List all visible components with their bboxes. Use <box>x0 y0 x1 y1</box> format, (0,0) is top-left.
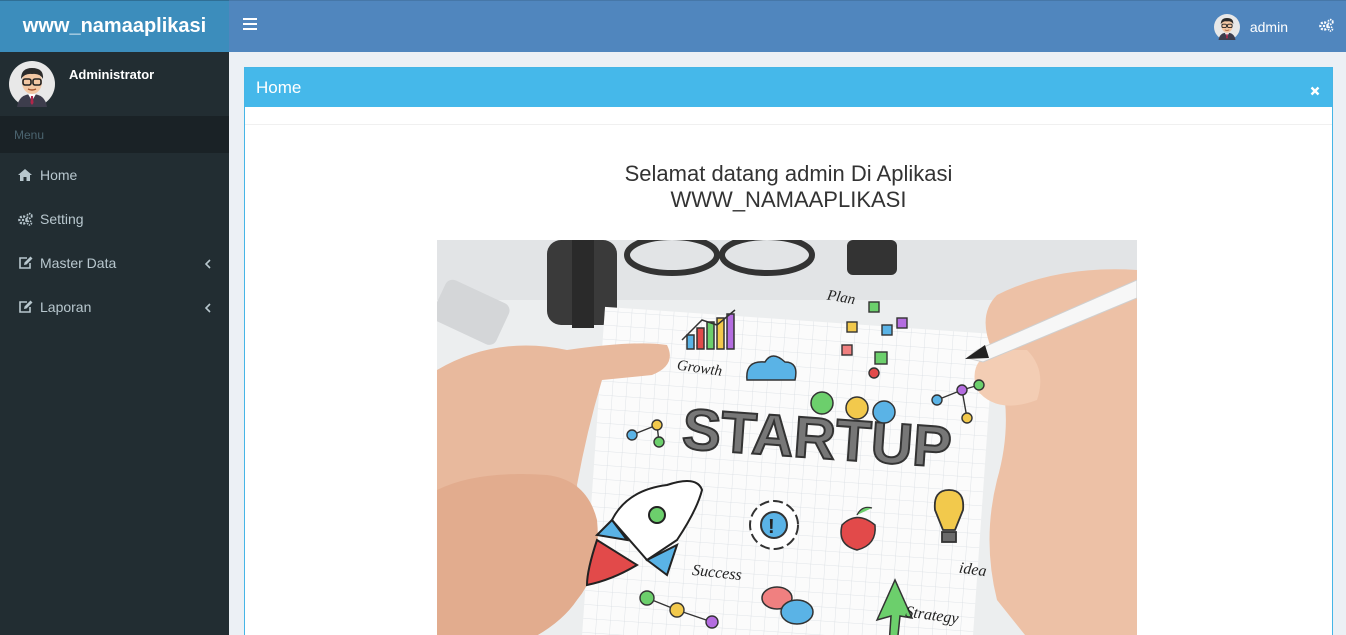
svg-text:!: ! <box>768 516 775 538</box>
sidebar-item-label: Laporan <box>40 299 92 315</box>
control-sidebar-button[interactable] <box>1318 18 1334 37</box>
welcome-line-1: Selamat datang admin Di Aplikasi <box>624 161 953 186</box>
app-logo[interactable]: www_namaaplikasi <box>0 0 229 52</box>
sidebar-user-name: Administrator <box>69 67 155 82</box>
sidebar-item-label: Home <box>40 167 78 183</box>
user-menu[interactable]: admin <box>1213 14 1288 40</box>
startup-hero-image: STARTUP Growth Plan ! idea Success Strat… <box>437 240 1137 635</box>
hamburger-icon <box>243 18 257 20</box>
welcome-line-2: WWW_NAMAAPLIKASI <box>670 187 907 212</box>
sidebar-item-master-data[interactable]: Master Data <box>0 241 229 285</box>
box-header: Home <box>245 68 1332 107</box>
gears-icon <box>17 211 33 227</box>
app-title: www_namaaplikasi <box>22 15 207 37</box>
avatar-icon <box>1213 14 1240 40</box>
avatar-icon <box>9 61 55 107</box>
sidebar-item-label: Setting <box>40 211 84 227</box>
home-icon <box>17 167 33 183</box>
welcome-message: Selamat datang admin Di Aplikasi WWW_NAM… <box>245 161 1332 213</box>
sidebar-item-home[interactable]: Home <box>0 153 229 197</box>
gears-icon <box>1319 18 1334 32</box>
sidebar-item-laporan[interactable]: Laporan <box>0 285 229 329</box>
home-box: Home Selamat datang admin Di Aplikasi WW… <box>244 67 1333 635</box>
top-navbar: admin <box>229 0 1346 52</box>
user-panel: Administrator <box>0 52 229 116</box>
sidebar-item-label: Master Data <box>40 255 117 271</box>
edit-icon <box>17 299 33 315</box>
chevron-left-icon <box>204 300 211 316</box>
box-title: Home <box>256 78 302 97</box>
sidebar-item-setting[interactable]: Setting <box>0 197 229 241</box>
sidebar: Administrator Menu Home Setting Master D… <box>0 52 229 635</box>
menu-header: Menu <box>0 116 229 153</box>
chevron-left-icon <box>204 256 211 272</box>
sidebar-toggle-button[interactable] <box>243 18 257 32</box>
close-icon <box>1310 86 1320 96</box>
edit-icon <box>17 255 33 271</box>
user-name: admin <box>1249 19 1288 35</box>
close-button[interactable] <box>1310 81 1322 96</box>
